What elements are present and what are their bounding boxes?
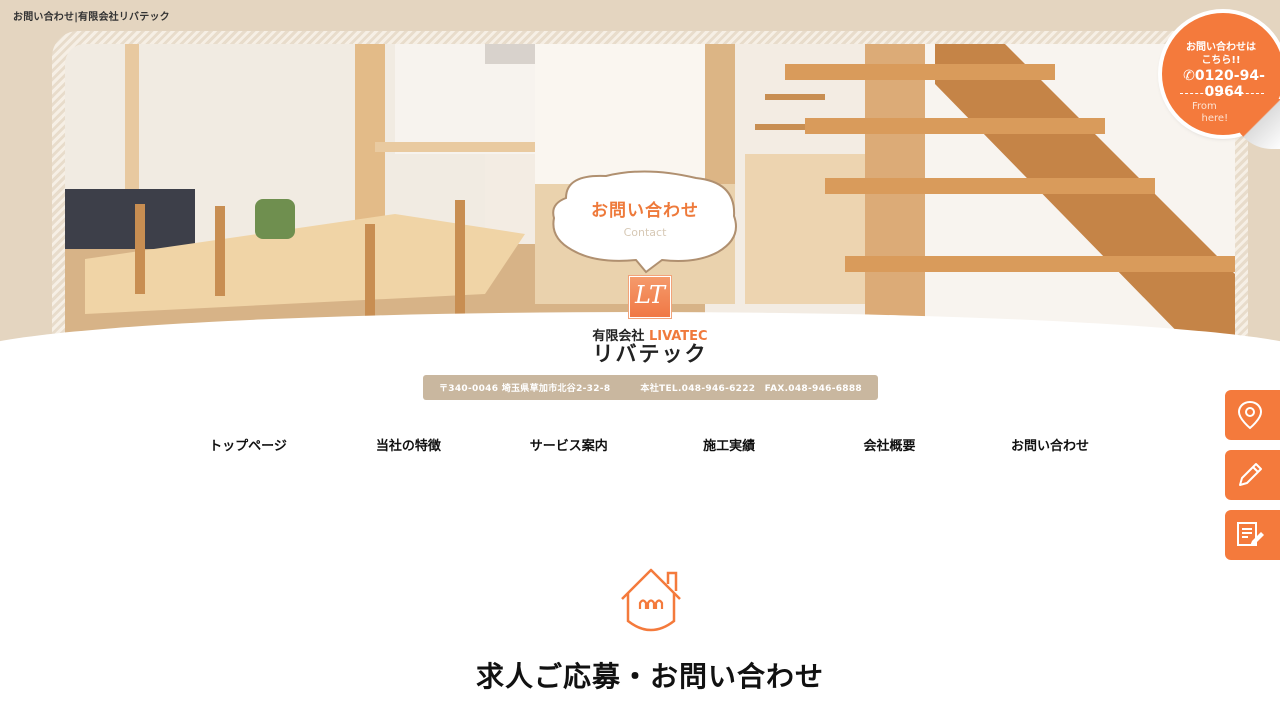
company-logo[interactable]: LT: [629, 276, 671, 318]
map-pin-icon: [1237, 400, 1263, 430]
nav-item-top[interactable]: トップページ: [168, 435, 328, 459]
side-button-access[interactable]: [1225, 390, 1280, 440]
house-icon: [618, 565, 684, 633]
badge-phone-text: 0120-94-0964: [1194, 68, 1265, 100]
pencil-icon: [1239, 463, 1262, 486]
side-button-recruit[interactable]: [1225, 510, 1280, 560]
document-pen-icon: [1237, 522, 1264, 546]
logo-glyph: LT: [635, 281, 665, 309]
bubble-subtitle: Contact: [623, 226, 667, 239]
speech-bubble-shape: [552, 170, 737, 274]
contact-speech-bubble: お問い合わせ Contact: [546, 168, 746, 278]
nav-item-works[interactable]: 施工実績: [649, 435, 809, 459]
phone-icon: ✆: [1183, 68, 1195, 84]
nav-item-services[interactable]: サービス案内: [489, 435, 649, 459]
nav-item-features[interactable]: 当社の特徴: [328, 435, 488, 459]
badge-from: From here!: [1192, 101, 1228, 125]
address-bar: 〒340-0046 埼玉県草加市北谷2-32-8 本社TEL.048-946-6…: [423, 375, 878, 400]
bubble-title: お問い合わせ: [591, 201, 699, 221]
section-title: 求人ご応募・お問い合わせ: [475, 660, 824, 693]
nav-item-company[interactable]: 会社概要: [810, 435, 970, 459]
badge-from1: From: [1192, 101, 1217, 112]
nav-item-contact[interactable]: お問い合わせ: [970, 435, 1130, 459]
badge-phone-number[interactable]: ✆0120-94-0964: [1166, 68, 1280, 100]
phone-badge[interactable]: お問い合わせは こちら!! ✆0120-94-0964 From here!: [1162, 13, 1280, 149]
page-heading: お問い合わせ|有限会社リバテック: [13, 12, 170, 23]
badge-lead: お問い合わせは こちら!!: [1162, 41, 1280, 67]
global-nav: トップページ 当社の特徴 サービス案内 施工実績 会社概要 お問い合わせ: [168, 435, 1130, 459]
badge-line2: こちら!!: [1201, 55, 1241, 66]
address-text: 〒340-0046 埼玉県草加市北谷2-32-8: [438, 384, 611, 394]
brand-name[interactable]: リバテック: [560, 338, 740, 368]
badge-from2: here!: [1201, 113, 1229, 124]
badge-divider: [1180, 93, 1264, 94]
badge-line1: お問い合わせは: [1186, 42, 1256, 53]
side-button-form[interactable]: [1225, 450, 1280, 500]
contact-numbers: 本社TEL.048-946-6222 FAX.048-946-6888: [640, 384, 862, 394]
